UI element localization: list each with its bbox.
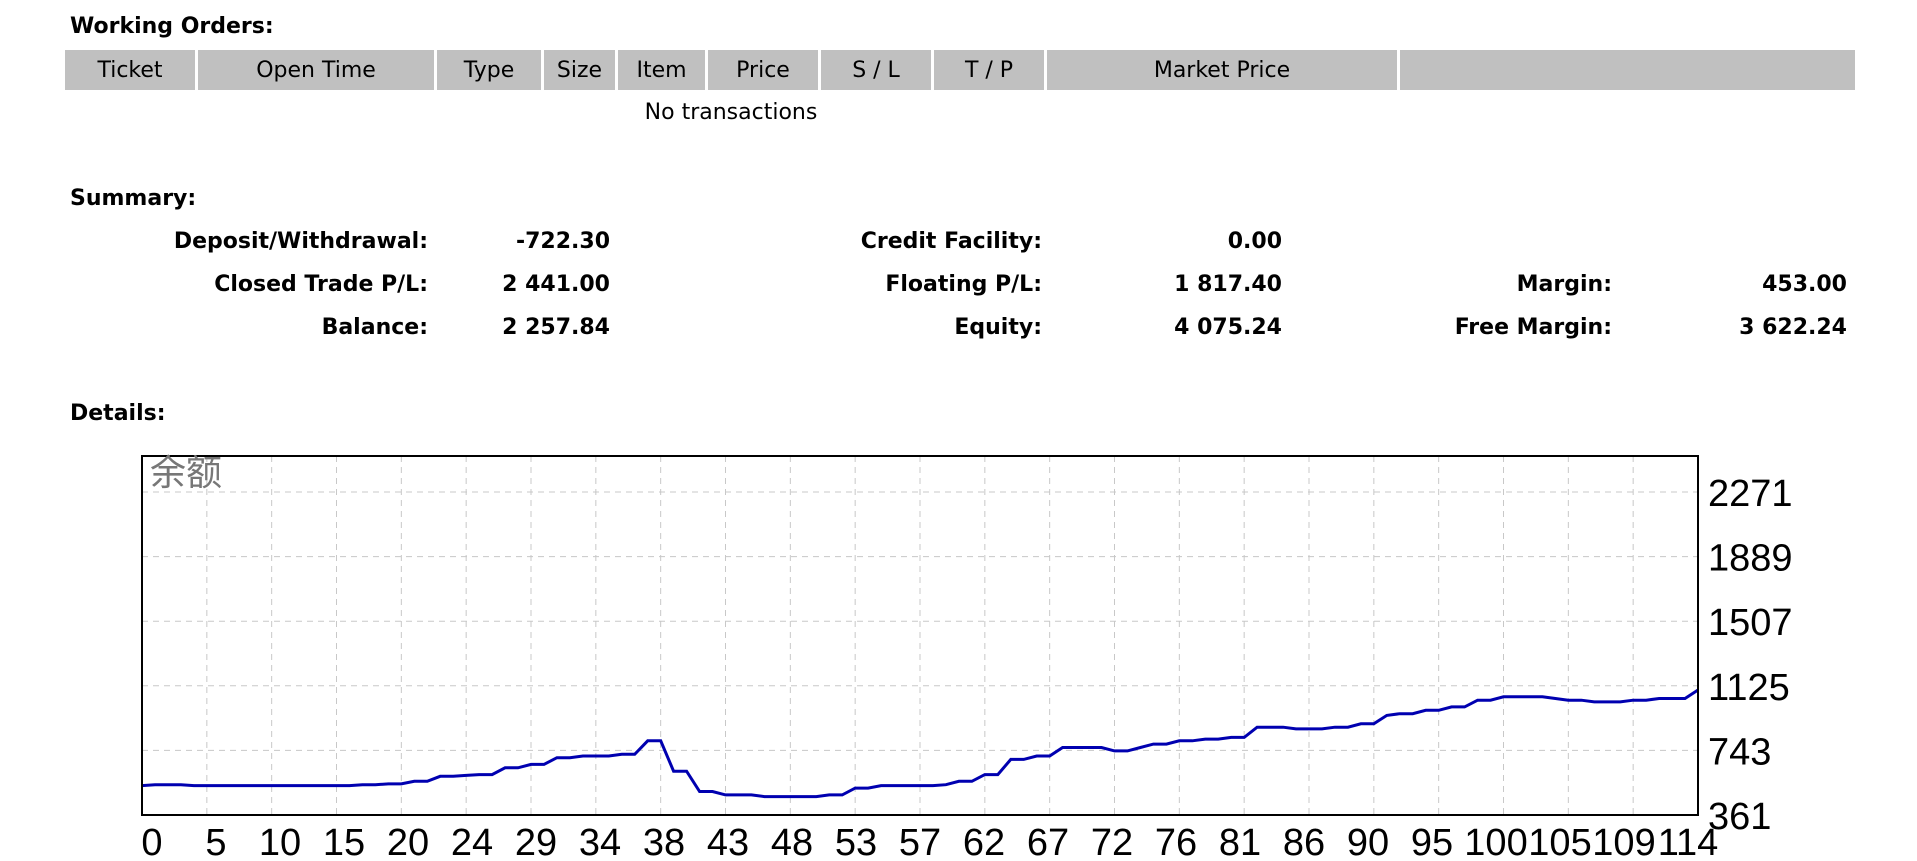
column-header-type[interactable]: Type [437,50,541,90]
floating-pl-label: Floating P/L: [885,272,1042,297]
chart-title: 余额 [150,453,222,494]
details-title: Details: [70,401,166,426]
balance-value: 2 257.84 [502,315,610,340]
column-header-take-profit[interactable]: T / P [934,50,1044,90]
x-tick-label: 34 [579,822,621,861]
column-header-open-time[interactable]: Open Time [198,50,434,90]
equity-value: 4 075.24 [1174,315,1282,340]
deposit-withdrawal-label: Deposit/Withdrawal: [173,229,428,254]
deposit-withdrawal-value: -722.30 [515,229,610,254]
column-header-item[interactable]: Item [618,50,705,90]
column-header-size[interactable]: Size [544,50,615,90]
x-tick-label: 10 [259,822,301,861]
x-tick-label: 105 [1528,822,1591,861]
free-margin-value: 3 622.24 [1739,315,1847,340]
free-margin-label: Free Margin: [1454,315,1612,340]
equity-label: Equity: [954,315,1042,340]
working-orders-table: Ticket Open Time Type Size Item Price S … [62,50,1858,134]
y-tick-label: 743 [1708,731,1771,773]
x-tick-label: 5 [205,822,226,861]
chart-grid [142,456,1698,815]
column-header-stop-loss[interactable]: S / L [821,50,931,90]
credit-facility-label: Credit Facility: [860,229,1042,254]
y-tick-label: 2271 [1708,473,1793,515]
x-tick-label: 20 [387,822,429,861]
x-tick-label: 67 [1027,822,1069,861]
x-tick-label: 95 [1411,822,1453,861]
x-tick-label: 81 [1219,822,1261,861]
x-axis-ticks: 0 5 10 15 20 24 29 34 38 43 48 53 57 62 67 72 76 81 86 90 95… [141,822,1718,861]
column-header-blank [1400,50,1855,90]
y-tick-label: 1889 [1708,538,1793,580]
x-tick-label: 109 [1592,822,1655,861]
x-tick-label: 38 [643,822,685,861]
floating-pl-value: 1 817.40 [1174,272,1282,297]
orders-header-row: Ticket Open Time Type Size Item Price S … [65,50,1855,90]
x-tick-label: 86 [1283,822,1325,861]
x-tick-label: 100 [1464,822,1527,861]
y-axis-ticks: 2271 1889 1507 1125 743 361 [1708,473,1793,838]
column-header-price[interactable]: Price [708,50,818,90]
credit-facility-value: 0.00 [1227,229,1282,254]
orders-empty-message: No transactions [644,99,818,125]
x-tick-label: 43 [707,822,749,861]
margin-label: Margin: [1516,272,1612,297]
x-tick-label: 72 [1091,822,1133,861]
x-tick-label: 62 [963,822,1005,861]
x-tick-label: 15 [323,822,365,861]
column-header-ticket[interactable]: Ticket [65,50,195,90]
x-tick-label: 24 [451,822,493,861]
closed-trade-pl-label: Closed Trade P/L: [214,272,428,297]
x-tick-label: 57 [899,822,941,861]
x-tick-label: 29 [515,822,557,861]
working-orders-title: Working Orders: [70,14,274,39]
column-header-market-price[interactable]: Market Price [1047,50,1397,90]
y-tick-label: 361 [1708,796,1771,838]
x-tick-label: 48 [771,822,813,861]
x-tick-label: 76 [1155,822,1197,861]
x-tick-label: 53 [835,822,877,861]
y-tick-label: 1507 [1708,602,1793,644]
closed-trade-pl-value: 2 441.00 [502,272,610,297]
balance-label: Balance: [321,315,428,340]
y-tick-label: 1125 [1708,667,1790,709]
summary-title: Summary: [70,186,197,211]
x-tick-label: 0 [141,822,162,861]
balance-chart: 余额 0 5 10 15 20 24 29 34 38 43 48 53 57 62 67 72 76 81 86 9… [0,440,1917,861]
balance-chart-svg: 余额 0 5 10 15 20 24 29 34 38 43 48 53 57 62 67 72 76 81 86 9… [141,453,1793,861]
x-tick-label: 90 [1347,822,1389,861]
margin-value: 453.00 [1762,272,1847,297]
